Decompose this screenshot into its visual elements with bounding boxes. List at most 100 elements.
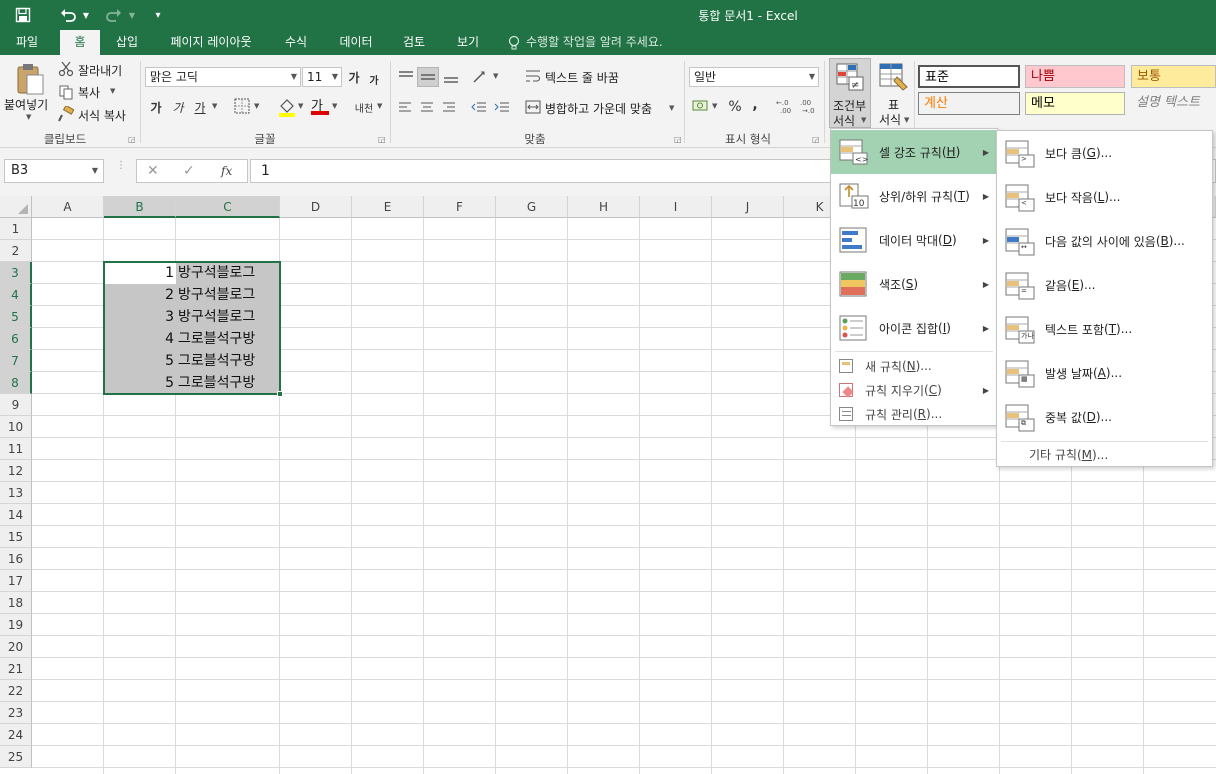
cell-c[interactable]: 그로블석구방 bbox=[178, 328, 278, 350]
menu-item-less-than[interactable]: < 보다 작음(L)... bbox=[997, 175, 1212, 219]
column-header-col-b[interactable]: B bbox=[104, 196, 176, 218]
orientation-icon[interactable] bbox=[470, 67, 492, 87]
name-box[interactable]: B3 ▼ bbox=[4, 159, 104, 183]
number-format-combo[interactable]: 일반 ▼ bbox=[689, 67, 819, 87]
align-top-button[interactable] bbox=[396, 67, 416, 87]
row-header[interactable]: 8 bbox=[0, 372, 32, 394]
menu-item-highlight-cells-rules[interactable]: <> 셀 강조 규칙(H) ▶ bbox=[831, 130, 997, 174]
menu-item-color-scales[interactable]: 색조(S) ▶ bbox=[831, 262, 997, 306]
border-dropdown-icon[interactable]: ▼ bbox=[254, 102, 259, 110]
shrink-font-button[interactable]: 가 bbox=[367, 69, 381, 89]
tab-page-layout[interactable]: 페이지 레이아웃 bbox=[158, 30, 264, 55]
font-name-combo[interactable]: 맑은 고딕 ▼ bbox=[145, 67, 301, 87]
menu-item-manage-rules[interactable]: 규칙 관리(R)... bbox=[831, 402, 997, 426]
menu-item-more-rules[interactable]: 기타 규칙(M)... bbox=[997, 444, 1212, 466]
column-header-col-j[interactable]: J bbox=[712, 196, 784, 218]
row-header[interactable]: 17 bbox=[0, 570, 32, 592]
tab-file[interactable]: 파일 bbox=[2, 30, 52, 55]
row-header[interactable]: 21 bbox=[0, 658, 32, 680]
cell-c[interactable]: 방구석블로그 bbox=[178, 262, 278, 284]
decrease-decimal-icon[interactable]: .00 →.0 bbox=[800, 98, 820, 115]
column-header-col-h[interactable]: H bbox=[568, 196, 640, 218]
cell-c[interactable]: 방구석블로그 bbox=[178, 284, 278, 306]
italic-button[interactable]: 가 bbox=[170, 97, 186, 117]
underline-button[interactable]: 가 bbox=[192, 97, 208, 117]
cell-b[interactable]: 2 bbox=[104, 284, 174, 306]
row-header[interactable]: 19 bbox=[0, 614, 32, 636]
cell-b[interactable]: 4 bbox=[104, 328, 174, 350]
row-header[interactable]: 2 bbox=[0, 240, 32, 262]
cell-b[interactable]: 1 bbox=[104, 262, 174, 284]
merge-dropdown-icon[interactable]: ▼ bbox=[669, 104, 674, 112]
row-header[interactable]: 11 bbox=[0, 438, 32, 460]
comma-button[interactable]: , bbox=[748, 95, 762, 115]
select-all-button[interactable] bbox=[0, 196, 32, 218]
font-launcher-icon[interactable]: ◲ bbox=[378, 135, 386, 144]
accounting-format-icon[interactable] bbox=[692, 98, 710, 114]
cell-b[interactable]: 5 bbox=[104, 372, 174, 394]
paste-icon[interactable] bbox=[12, 61, 48, 97]
menu-item-greater-than[interactable]: > 보다 큼(G)... bbox=[997, 131, 1212, 175]
column-header-col-i[interactable]: I bbox=[640, 196, 712, 218]
format-as-table-button[interactable]: 표 서식 ▼ bbox=[876, 59, 912, 129]
cell-style-explanatory[interactable]: 설명 텍스트 bbox=[1131, 92, 1216, 115]
splitter-icon[interactable]: ⋮ bbox=[116, 161, 126, 179]
clipboard-launcher-icon[interactable]: ◲ bbox=[128, 135, 136, 144]
align-center-button[interactable] bbox=[419, 97, 435, 117]
accounting-dropdown-icon[interactable]: ▼ bbox=[712, 102, 717, 110]
cell-c[interactable]: 그로블석구방 bbox=[178, 350, 278, 372]
tab-data[interactable]: 데이터 bbox=[328, 30, 384, 55]
increase-decimal-icon[interactable]: ←.0.00 bbox=[776, 98, 796, 115]
bold-button[interactable]: 가 bbox=[148, 97, 164, 117]
column-header-col-c[interactable]: C bbox=[176, 196, 280, 218]
align-middle-button[interactable] bbox=[417, 67, 439, 87]
menu-item-new-rule[interactable]: 새 규칙(N)... bbox=[831, 354, 997, 378]
row-header[interactable]: 4 bbox=[0, 284, 32, 306]
phonetic-dropdown-icon[interactable]: ▼ bbox=[377, 102, 382, 110]
row-header[interactable]: 14 bbox=[0, 504, 32, 526]
cell-style-neutral[interactable]: 보통 bbox=[1131, 65, 1216, 88]
menu-item-icon-sets[interactable]: 아이콘 집합(I) ▶ bbox=[831, 306, 997, 350]
tab-home[interactable]: 홈 bbox=[60, 30, 100, 55]
fill-color-icon[interactable] bbox=[278, 97, 296, 117]
cell-b[interactable]: 5 bbox=[104, 350, 174, 372]
row-header[interactable]: 23 bbox=[0, 702, 32, 724]
column-header-col-f[interactable]: F bbox=[424, 196, 496, 218]
row-header[interactable]: 6 bbox=[0, 328, 32, 350]
cell-style-bad[interactable]: 나쁨 bbox=[1025, 65, 1125, 88]
cut-button[interactable]: 잘라내기 bbox=[78, 62, 122, 79]
cell-style-note[interactable]: 메모 bbox=[1025, 92, 1125, 115]
tab-view[interactable]: 보기 bbox=[444, 30, 492, 55]
font-color-button[interactable]: 가 bbox=[311, 95, 329, 117]
cell-b[interactable]: 3 bbox=[104, 306, 174, 328]
alignment-launcher-icon[interactable]: ◲ bbox=[674, 135, 682, 144]
row-header[interactable]: 1 bbox=[0, 218, 32, 240]
grow-font-button[interactable]: 가 bbox=[346, 67, 362, 87]
row-header[interactable]: 25 bbox=[0, 746, 32, 768]
row-header[interactable]: 13 bbox=[0, 482, 32, 504]
enter-icon[interactable]: ✓ bbox=[183, 163, 195, 179]
row-header[interactable]: 3 bbox=[0, 262, 32, 284]
phonetic-button[interactable]: 내천 bbox=[352, 97, 376, 117]
conditional-formatting-button[interactable]: ≠ 조건부 서식 ▼ bbox=[829, 58, 871, 128]
cell-c[interactable]: 방구석블로그 bbox=[178, 306, 278, 328]
column-header-col-e[interactable]: E bbox=[352, 196, 424, 218]
menu-item-duplicate-values[interactable]: ⧉ 중복 값(D)... bbox=[997, 395, 1212, 439]
align-left-button[interactable] bbox=[397, 97, 413, 117]
decrease-indent-button[interactable] bbox=[470, 97, 488, 117]
orientation-dropdown-icon[interactable]: ▼ bbox=[493, 72, 498, 80]
menu-item-data-bars[interactable]: 데이터 막대(D) ▶ bbox=[831, 218, 997, 262]
font-color-dropdown-icon[interactable]: ▼ bbox=[332, 102, 337, 110]
row-header[interactable]: 16 bbox=[0, 548, 32, 570]
cell-style-calculation[interactable]: 계산 bbox=[918, 92, 1020, 115]
menu-item-equal-to[interactable]: = 같음(E)... bbox=[997, 263, 1212, 307]
row-header[interactable]: 7 bbox=[0, 350, 32, 372]
insert-function-icon[interactable]: fx bbox=[221, 164, 232, 178]
fill-color-dropdown-icon[interactable]: ▼ bbox=[298, 102, 303, 110]
increase-indent-button[interactable] bbox=[493, 97, 511, 117]
align-right-button[interactable] bbox=[441, 97, 457, 117]
merge-center-button[interactable]: 병합하고 가운데 맞춤 bbox=[545, 100, 652, 117]
number-launcher-icon[interactable]: ◲ bbox=[812, 135, 820, 144]
row-header[interactable]: 5 bbox=[0, 306, 32, 328]
menu-item-clear-rules[interactable]: 규칙 지우기(C) ▶ bbox=[831, 378, 997, 402]
